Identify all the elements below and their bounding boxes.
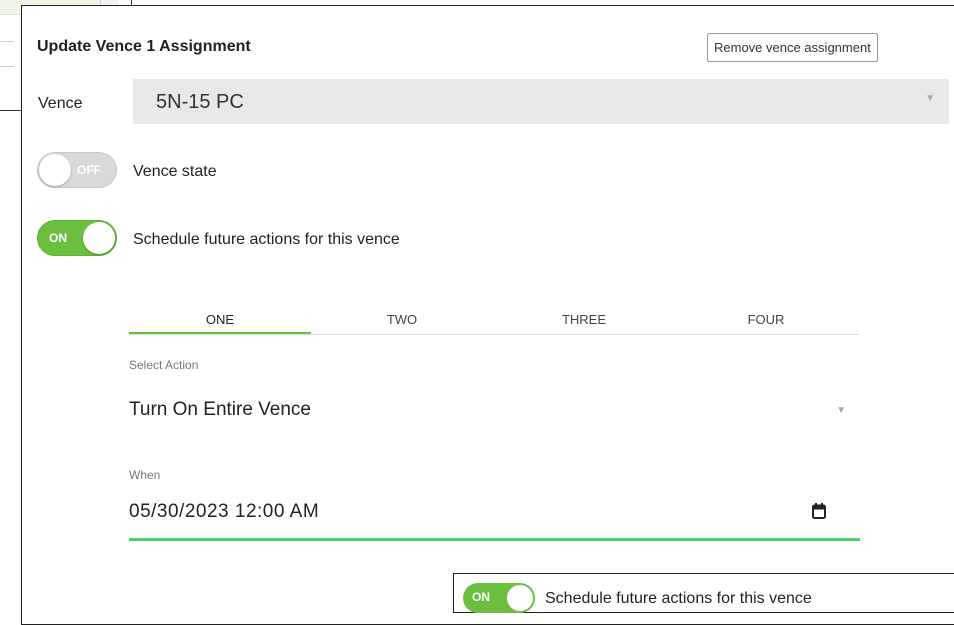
when-datetime-input[interactable]: 05/30/2023 12:00 AM	[129, 491, 860, 541]
toggle-knob	[39, 154, 71, 186]
when-value: 05/30/2023 12:00 AM	[129, 501, 320, 522]
schedule-actions-label-peek: Schedule future actions for this vence	[545, 590, 812, 607]
active-tab-indicator	[129, 332, 311, 334]
action-tabs: ONE TWO THREE FOUR	[129, 306, 860, 335]
select-action-dropdown[interactable]: Turn On Entire Vence ▼	[129, 391, 860, 431]
toggle-text: ON	[49, 231, 67, 245]
tab-three[interactable]: THREE	[493, 306, 675, 334]
schedule-actions-toggle[interactable]: ON	[37, 220, 117, 256]
vence-state-label: Vence state	[133, 163, 217, 180]
input-underline	[129, 538, 860, 541]
vence-select-value: 5N-15 PC	[156, 91, 244, 113]
schedule-actions-toggle-peek[interactable]: ON	[463, 583, 535, 613]
toggle-knob	[507, 585, 533, 611]
schedule-actions-label: Schedule future actions for this vence	[133, 231, 400, 248]
vence-state-toggle[interactable]: OFF	[37, 152, 117, 188]
remove-vence-assignment-button[interactable]: Remove vence assignment	[707, 33, 878, 62]
background-divider	[0, 110, 22, 111]
update-assignment-dialog: Update Vence 1 Assignment Remove vence a…	[21, 5, 954, 625]
vence-select[interactable]: 5N-15 PC ▼	[133, 79, 949, 124]
vence-label: Vence	[38, 95, 83, 112]
background-row-line	[0, 41, 14, 42]
background-row-line	[0, 66, 14, 67]
select-action-label: Select Action	[129, 358, 199, 372]
toggle-knob	[83, 222, 115, 254]
select-action-value: Turn On Entire Vence	[129, 399, 312, 420]
calendar-icon[interactable]	[812, 503, 826, 519]
chevron-down-icon: ▼	[925, 93, 935, 104]
tab-two[interactable]: TWO	[311, 306, 493, 334]
toggle-text: OFF	[77, 163, 101, 177]
tab-one[interactable]: ONE	[129, 306, 311, 334]
tab-four[interactable]: FOUR	[675, 306, 857, 334]
dialog-title: Update Vence 1 Assignment	[37, 38, 251, 55]
chevron-down-icon: ▼	[836, 405, 846, 416]
toggle-text: ON	[472, 590, 490, 604]
when-label: When	[129, 468, 161, 482]
